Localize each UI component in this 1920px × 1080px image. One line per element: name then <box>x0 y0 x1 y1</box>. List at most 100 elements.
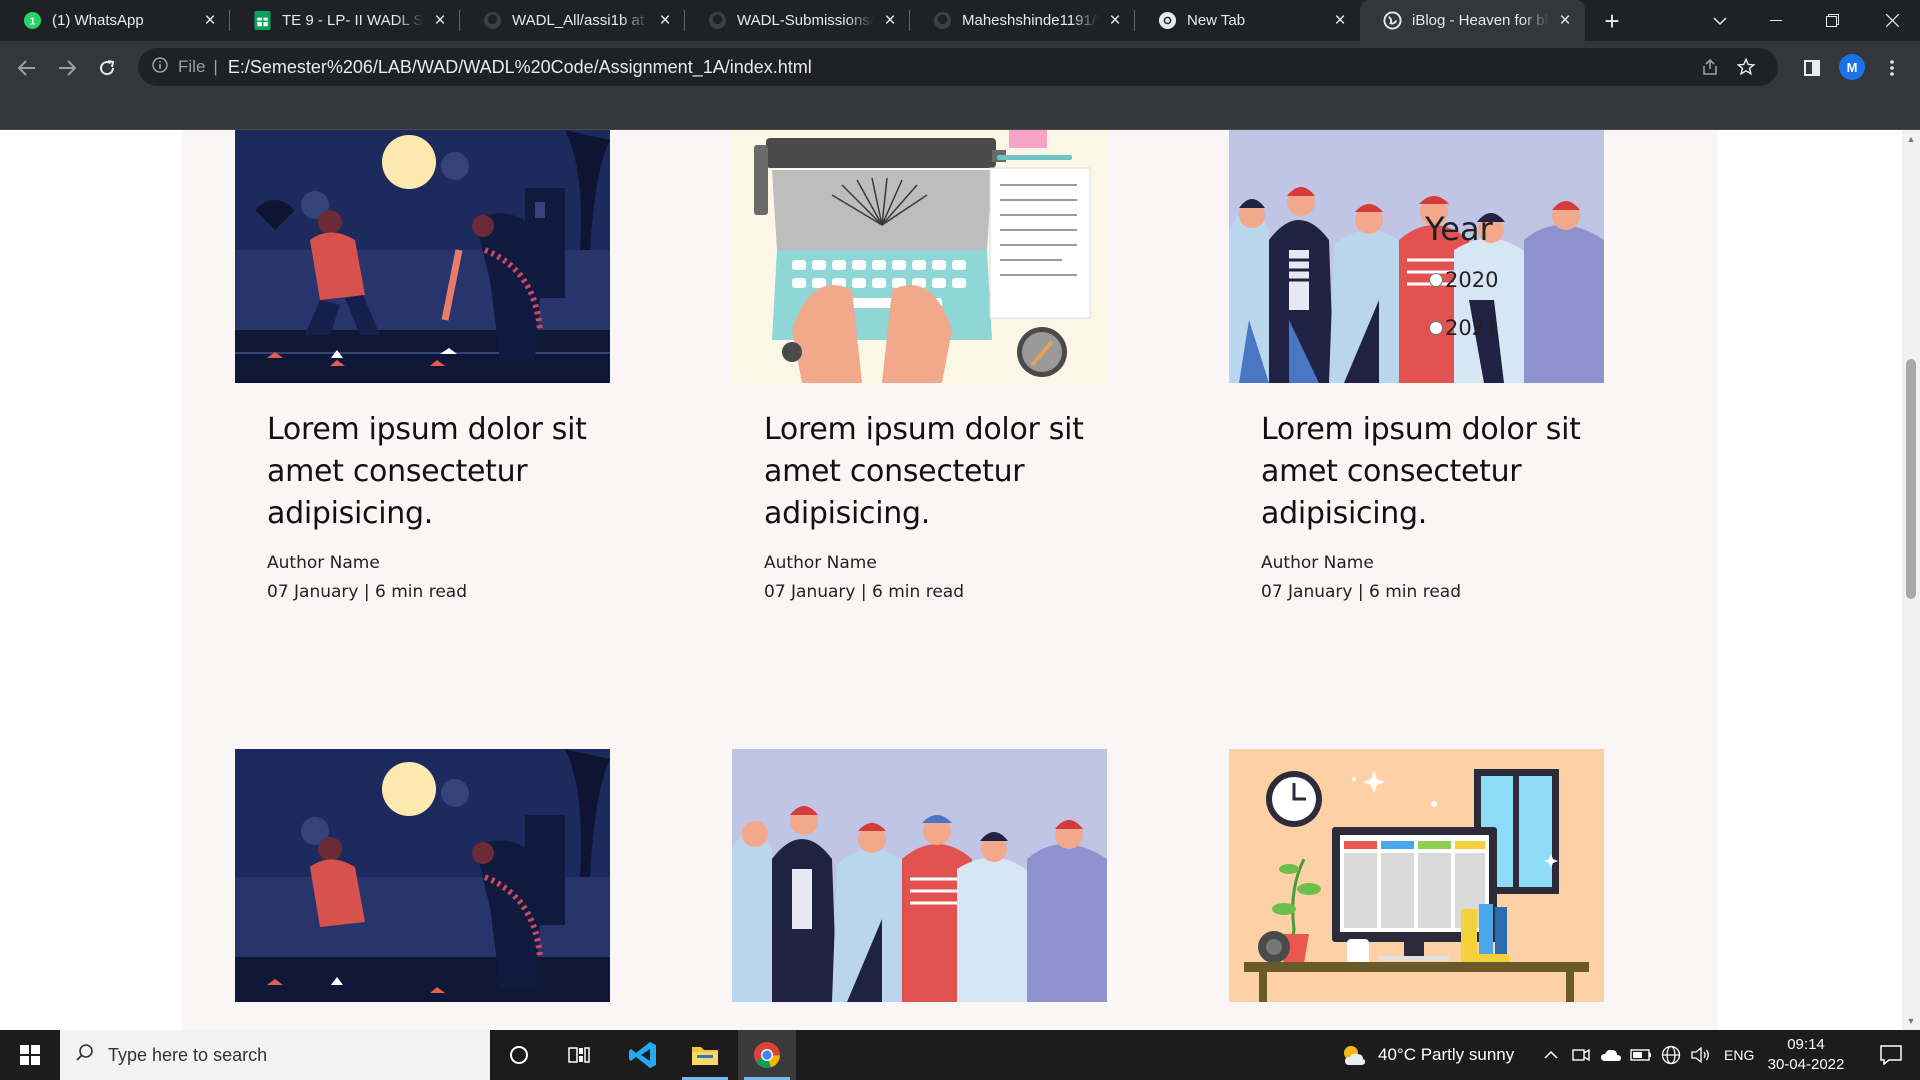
blog-card[interactable] <box>235 749 610 1002</box>
card-author: Author Name <box>267 553 380 573</box>
github-icon <box>708 11 727 30</box>
card-meta: 07 January | 6 min read <box>764 582 964 602</box>
chrome-icon <box>1158 11 1177 30</box>
restore-window-icon[interactable] <box>1804 0 1860 41</box>
task-view-icon[interactable] <box>550 1030 608 1080</box>
blog-card[interactable]: Year 2020 2021 Lorem ipsum dolor sit ame… <box>1229 130 1604 602</box>
crowd-illustration: Year 2020 2021 <box>1229 130 1604 383</box>
volume-icon[interactable] <box>1687 1030 1715 1080</box>
search-icon <box>76 1043 94 1067</box>
tab-iblog[interactable]: iBlog - Heaven for bloggers × <box>1360 0 1585 41</box>
year-option-2020[interactable]: 2020 <box>1429 268 1498 292</box>
scrollbar-thumb[interactable] <box>1906 359 1916 599</box>
diwali-night-illustration <box>235 749 610 1002</box>
radio-button[interactable] <box>1429 321 1443 335</box>
card-title[interactable]: Lorem ipsum dolor sit amet consectetur a… <box>267 409 588 535</box>
notifications-icon[interactable] <box>1862 1030 1920 1080</box>
tab-title: TE 9 - LP- II WADL Submissions <box>282 12 424 29</box>
crowd-illustration <box>732 749 1107 1002</box>
tab-search-chevron-icon[interactable] <box>1692 0 1748 41</box>
weather-icon[interactable] <box>1334 1030 1374 1080</box>
bookmark-star-icon[interactable] <box>1728 48 1764 86</box>
more-menu-icon[interactable] <box>1874 50 1910 86</box>
whatsapp-icon: 1 <box>23 11 42 30</box>
browser-toolbar: File | E:/Semester%206/LAB/WAD/WADL%20Co… <box>0 41 1920 130</box>
close-tab-icon[interactable]: × <box>655 10 675 31</box>
card-title[interactable]: Lorem ipsum dolor sit amet consectetur a… <box>1261 409 1582 535</box>
close-tab-icon[interactable]: × <box>1105 10 1125 31</box>
card-meta: 07 January | 6 min read <box>1261 582 1461 602</box>
blog-grid: Lorem ipsum dolor sit amet consectetur a… <box>182 130 1718 1030</box>
card-title[interactable]: Lorem ipsum dolor sit amet consectetur a… <box>764 409 1085 535</box>
cortana-icon[interactable] <box>490 1030 548 1080</box>
windows-start-icon[interactable] <box>0 1030 60 1080</box>
page-scrollbar[interactable]: ▲ ▼ <box>1902 130 1920 1030</box>
google-sheets-icon <box>253 11 272 30</box>
chrome-taskbar-icon[interactable] <box>738 1030 796 1080</box>
address-separator: | <box>213 57 218 76</box>
language-indicator[interactable]: ENG <box>1724 1030 1754 1080</box>
close-window-icon[interactable] <box>1864 0 1920 41</box>
site-info-icon[interactable] <box>152 56 168 78</box>
search-placeholder: Type here to search <box>108 1044 268 1065</box>
share-icon[interactable] <box>1692 48 1728 86</box>
file-explorer-icon[interactable] <box>676 1030 734 1080</box>
minimize-window-icon[interactable] <box>1748 0 1804 41</box>
scroll-up-arrow-icon[interactable]: ▲ <box>1906 134 1916 144</box>
year-heading: Year <box>1425 210 1493 248</box>
diwali-night-illustration <box>235 130 610 383</box>
clock-date: 30-04-2022 <box>1767 1056 1845 1073</box>
blog-card[interactable]: Lorem ipsum dolor sit amet consectetur a… <box>235 130 610 602</box>
blog-card[interactable]: Lorem ipsum dolor sit amet consectetur a… <box>732 130 1107 602</box>
globe-icon <box>1383 11 1402 30</box>
reload-icon[interactable] <box>89 50 125 86</box>
blog-card[interactable] <box>1229 749 1604 1002</box>
tab-title: (1) WhatsApp <box>52 12 144 29</box>
year-option-2021[interactable]: 2021 <box>1429 316 1498 340</box>
blog-card[interactable] <box>732 749 1107 1002</box>
url-text[interactable]: E:/Semester%206/LAB/WAD/WADL%20Code/Assi… <box>228 57 812 78</box>
tab-title: Maheshshinde1191/WADL <box>962 12 1099 29</box>
clock-time: 09:14 <box>1787 1036 1825 1053</box>
tab-new-tab[interactable]: New Tab × <box>1135 0 1360 41</box>
taskbar-search-box[interactable]: Type here to search <box>60 1030 490 1080</box>
profile-avatar[interactable]: M <box>1839 54 1865 80</box>
show-hidden-icons-chevron-icon[interactable] <box>1537 1030 1565 1080</box>
network-globe-icon[interactable] <box>1657 1030 1685 1080</box>
tab-sheets[interactable]: TE 9 - LP- II WADL Submissions × <box>230 0 460 41</box>
close-tab-icon[interactable]: × <box>1555 10 1575 31</box>
browser-tab-strip: 1 (1) WhatsApp × TE 9 - LP- II WADL Subm… <box>0 0 1920 41</box>
vscode-icon[interactable] <box>614 1030 672 1080</box>
workspace-illustration <box>1229 749 1604 1002</box>
taskbar-clock[interactable]: 09:14 30-04-2022 <box>1758 1035 1854 1075</box>
close-tab-icon[interactable]: × <box>1330 10 1350 31</box>
new-tab-button[interactable]: + <box>1597 6 1627 36</box>
card-author: Author Name <box>1261 553 1374 573</box>
scheme-label: File <box>178 57 206 76</box>
back-arrow-icon[interactable] <box>9 50 45 86</box>
battery-icon[interactable] <box>1627 1030 1655 1080</box>
typewriter-illustration <box>732 130 1107 383</box>
weather-text[interactable]: 40°C Partly sunny <box>1378 1030 1514 1080</box>
forward-arrow-icon[interactable] <box>49 50 85 86</box>
close-tab-icon[interactable]: × <box>200 10 220 31</box>
address-bar[interactable]: File | E:/Semester%206/LAB/WAD/WADL%20Co… <box>138 48 1778 86</box>
tab-github-wadl-all[interactable]: WADL_All/assi1b at main × <box>460 0 685 41</box>
tab-title: iBlog - Heaven for bloggers <box>1412 12 1549 29</box>
svg-text:1: 1 <box>30 16 36 27</box>
tab-github-wadl-submissions[interactable]: WADL-Submissions/Assignments × <box>685 0 910 41</box>
scroll-down-arrow-icon[interactable]: ▼ <box>1906 1016 1916 1026</box>
tab-title: New Tab <box>1187 12 1246 29</box>
close-tab-icon[interactable]: × <box>430 10 450 31</box>
close-tab-icon[interactable]: × <box>880 10 900 31</box>
card-author: Author Name <box>764 553 877 573</box>
github-icon <box>933 11 952 30</box>
radio-button[interactable] <box>1429 273 1443 287</box>
meet-now-icon[interactable] <box>1567 1030 1595 1080</box>
tab-whatsapp[interactable]: 1 (1) WhatsApp × <box>0 0 230 41</box>
side-panel-icon[interactable] <box>1794 50 1830 86</box>
tab-github-maheshshinde[interactable]: Maheshshinde1191/WADL × <box>910 0 1135 41</box>
windows-taskbar: Type here to search 40°C Partly sunny EN… <box>0 1030 1920 1080</box>
card-meta: 07 January | 6 min read <box>267 582 467 602</box>
onedrive-cloud-icon[interactable] <box>1597 1030 1625 1080</box>
